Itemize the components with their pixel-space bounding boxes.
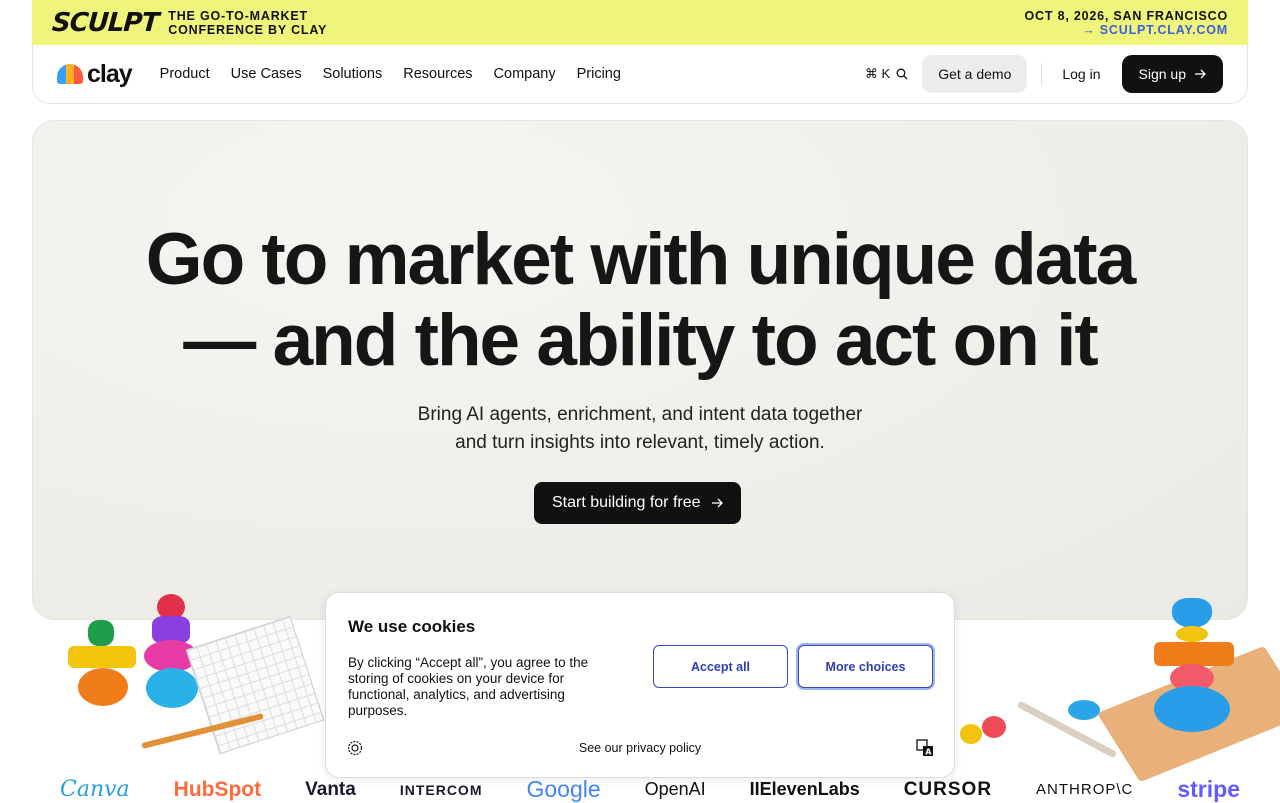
get-demo-button[interactable]: Get a demo [922,55,1028,93]
sculpt-logo: SCULPT [50,7,160,38]
hero-headline: Go to market with unique data — and the … [33,219,1247,381]
cookie-consent-dialog: We use cookies By clicking “Accept all”,… [325,592,955,778]
hero-subtitle-line2: and turn insights into relevant, timely … [455,432,825,453]
banner-title-line1: THE GO-TO-MARKET [168,8,308,23]
start-free-button[interactable]: Start building for free [534,482,741,524]
signup-label: Sign up [1138,66,1186,82]
login-link[interactable]: Log in [1062,66,1100,82]
svg-text:A: A [925,748,932,757]
clay-sculpture-right [950,590,1280,783]
hero-headline-line2: — and the ability to act on it [183,300,1098,381]
logo-cursor: CURSOR [903,778,993,800]
hero-headline-line1: Go to market with unique data [145,219,1136,300]
search-icon [896,68,908,80]
more-choices-button[interactable]: More choices [798,645,933,688]
main-navbar: clay Product Use Cases Solutions Resourc… [32,45,1248,104]
start-free-label: Start building for free [552,494,701,511]
cookie-title: We use cookies [348,617,476,636]
nav-item-use-cases[interactable]: Use Cases [231,66,302,82]
announcement-banner[interactable]: SCULPT THE GO-TO-MARKET CONFERENCE BY CL… [32,0,1248,45]
nav-item-product[interactable]: Product [160,66,210,82]
logo-canva: Canva [60,777,130,802]
search-shortcut-label: ⌘ K [864,66,891,81]
arrow-right-icon [711,498,723,508]
banner-date: OCT 8, 2026, SAN FRANCISCO [1024,8,1228,23]
logo-stripe: stripe [1177,776,1240,802]
logo-elevenlabs: IIElevenLabs [749,779,860,799]
brand-name: clay [87,59,133,88]
logo-anthropic: ANTHROP\C [1036,781,1134,798]
hero-subtitle: Bring AI agents, enrichment, and intent … [33,401,1247,457]
accept-all-button[interactable]: Accept all [653,645,788,688]
customer-logos: Canva HubSpot Vanta INTERCOM Google Open… [60,776,1240,803]
clay-logo[interactable]: clay [57,59,133,89]
nav-item-pricing[interactable]: Pricing [577,66,621,82]
clay-sculpture-left [60,590,340,760]
banner-title: THE GO-TO-MARKET CONFERENCE BY CLAY [168,9,327,37]
banner-title-line2: CONFERENCE BY CLAY [168,22,328,37]
nav-links: Product Use Cases Solutions Resources Co… [160,66,621,82]
clay-logo-icon [57,64,83,84]
nav-item-company[interactable]: Company [494,66,556,82]
logo-google: Google [526,776,601,802]
logo-hubspot: HubSpot [173,777,262,801]
logo-vanta: Vanta [305,778,356,800]
nav-item-solutions[interactable]: Solutions [323,66,383,82]
logo-openai: OpenAI [644,779,706,799]
hero-section: Go to market with unique data — and the … [32,120,1248,620]
privacy-policy-link[interactable]: See our privacy policy [326,741,954,755]
cookie-message: By clicking “Accept all”, you agree to t… [348,655,589,718]
banner-link[interactable]: → SCULPT.CLAY.COM [1025,23,1228,37]
nav-divider [1041,63,1043,85]
hero-subtitle-line1: Bring AI agents, enrichment, and intent … [417,404,863,425]
signup-button[interactable]: Sign up [1121,55,1223,93]
translate-icon[interactable]: A [916,739,934,757]
logo-intercom: INTERCOM [399,781,483,798]
nav-item-resources[interactable]: Resources [403,66,472,82]
search-shortcut[interactable]: ⌘ K [865,66,908,82]
arrow-right-icon [1195,69,1206,79]
